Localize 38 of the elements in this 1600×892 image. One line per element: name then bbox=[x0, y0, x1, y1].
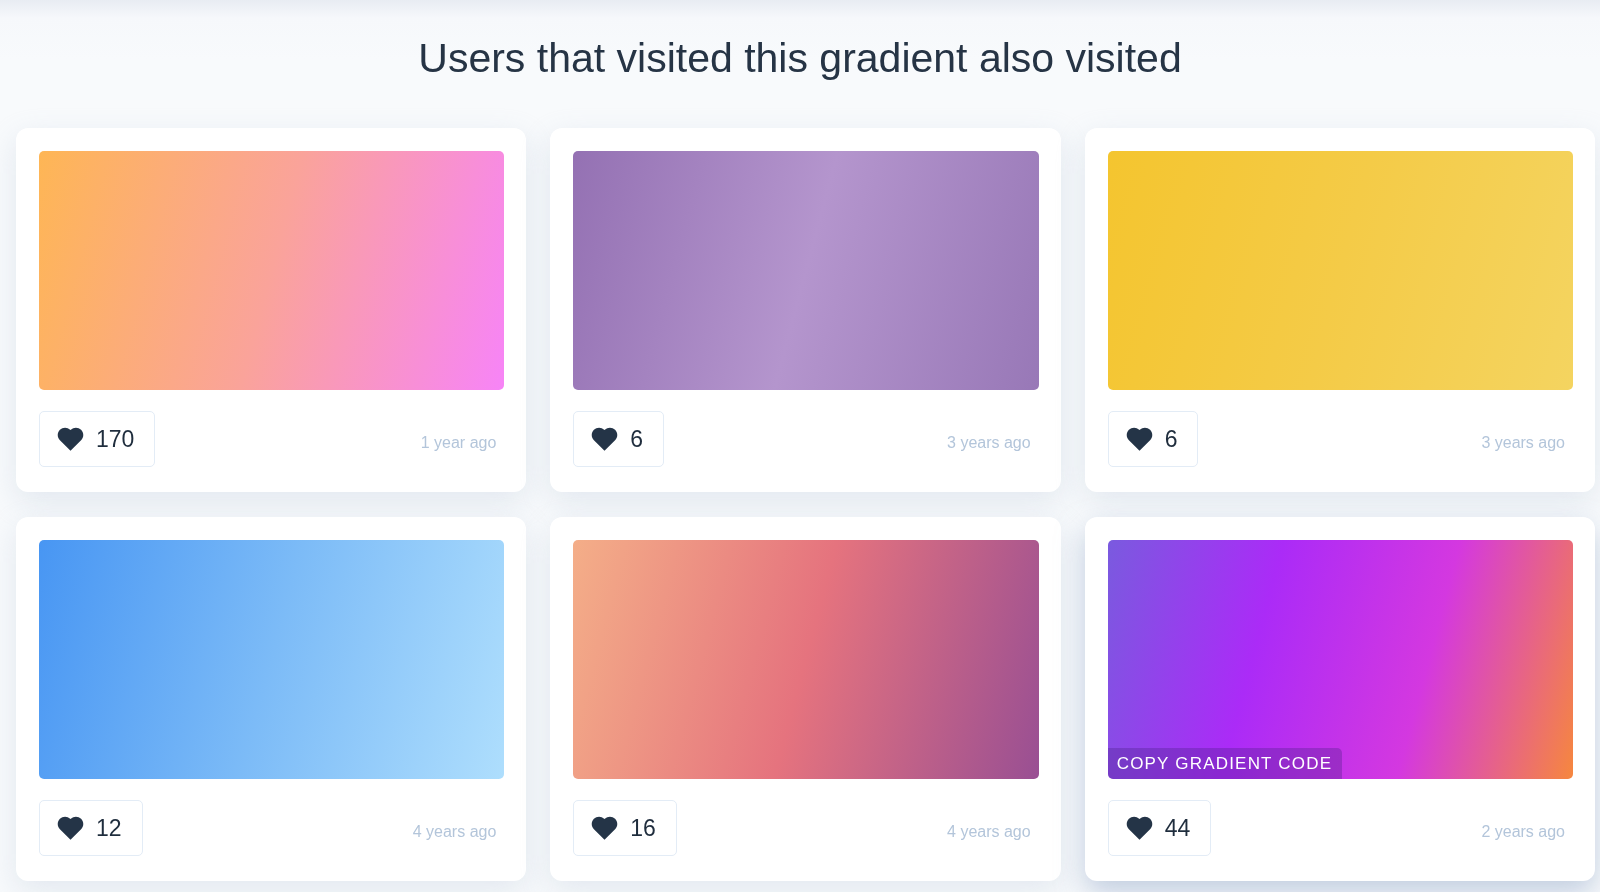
gradient-swatch[interactable]: COPY GRADIENT CODE bbox=[1107, 540, 1573, 779]
heart-icon bbox=[1125, 427, 1153, 451]
gradient-card[interactable]: 12 4 years ago bbox=[16, 517, 527, 881]
like-button[interactable]: 12 bbox=[39, 800, 143, 856]
time-ago: 2 years ago bbox=[1481, 823, 1565, 841]
gradient-card[interactable]: 16 4 years ago bbox=[550, 517, 1061, 881]
like-button[interactable]: 16 bbox=[573, 800, 677, 856]
heart-icon bbox=[591, 427, 619, 451]
gradient-swatch[interactable] bbox=[39, 151, 505, 390]
gradient-card[interactable]: COPY GRADIENT CODE 44 2 years ago bbox=[1084, 517, 1595, 881]
gradient-swatch[interactable] bbox=[39, 540, 505, 779]
like-count: 44 bbox=[1164, 814, 1191, 842]
like-button[interactable]: 6 bbox=[1107, 411, 1199, 467]
like-count: 170 bbox=[96, 425, 135, 453]
like-count: 6 bbox=[1164, 425, 1178, 453]
gradient-swatch[interactable] bbox=[573, 151, 1039, 390]
like-count: 16 bbox=[630, 814, 656, 842]
copy-gradient-button[interactable]: COPY GRADIENT CODE bbox=[1107, 748, 1343, 779]
like-count: 12 bbox=[96, 814, 122, 842]
time-ago: 3 years ago bbox=[1481, 434, 1565, 452]
section-heading: Users that visited this gradient also visited bbox=[418, 34, 1182, 83]
time-ago: 3 years ago bbox=[947, 434, 1031, 452]
time-ago: 1 year ago bbox=[420, 434, 497, 452]
gradient-card[interactable]: 170 1 year ago bbox=[16, 128, 527, 492]
gradient-card[interactable]: 6 3 years ago bbox=[550, 128, 1061, 492]
like-button[interactable]: 6 bbox=[573, 411, 665, 467]
gradient-swatch[interactable] bbox=[573, 540, 1039, 779]
gradient-card[interactable]: 6 3 years ago bbox=[1084, 128, 1595, 492]
heart-icon bbox=[1125, 816, 1153, 840]
time-ago: 4 years ago bbox=[947, 823, 1031, 841]
like-count: 6 bbox=[630, 425, 644, 453]
time-ago: 4 years ago bbox=[412, 823, 497, 841]
like-button[interactable]: 170 bbox=[39, 411, 156, 467]
gradient-swatch[interactable] bbox=[1107, 151, 1573, 390]
heart-icon bbox=[57, 427, 84, 451]
heart-icon bbox=[57, 816, 84, 840]
heart-icon bbox=[591, 816, 619, 840]
like-button[interactable]: 44 bbox=[1107, 800, 1212, 856]
